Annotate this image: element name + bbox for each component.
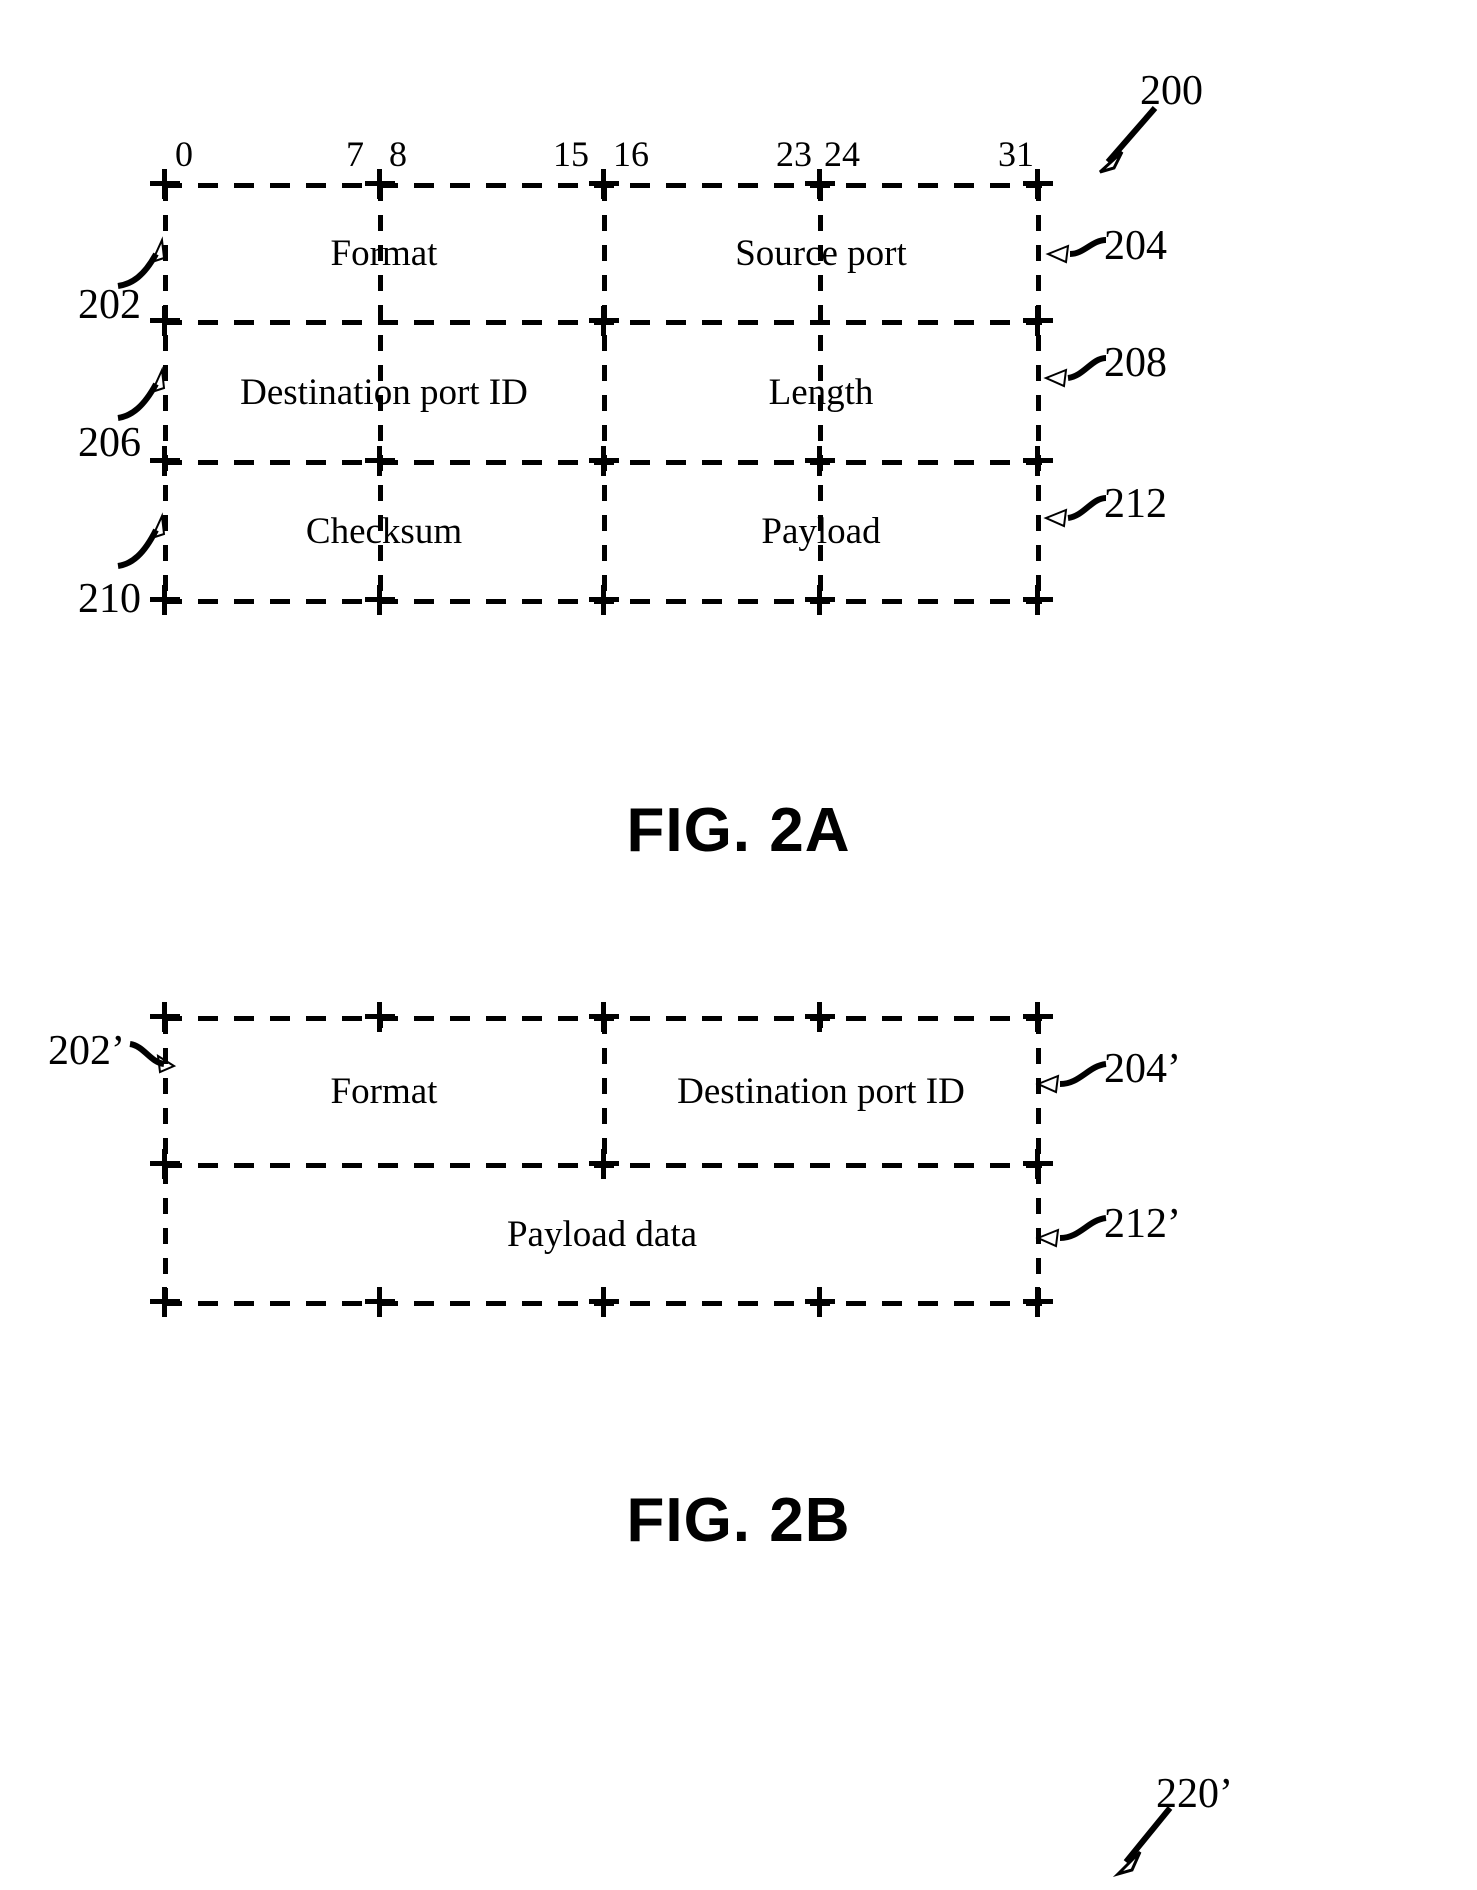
bit-label-0: 0 <box>175 134 193 174</box>
ref-212-prime: 212’ <box>1104 1201 1181 1247</box>
field-length: Length <box>768 371 874 413</box>
leader-line-208 <box>1043 355 1107 388</box>
field-format: Format <box>330 233 438 274</box>
bit-label-7: 7 <box>346 134 364 174</box>
leader-line-220-prime <box>1112 1806 1173 1878</box>
figure-2b: 220’ Format Destination port ID Payload … <box>0 880 1477 1878</box>
ref-208: 208 <box>1104 340 1167 386</box>
field-destination-port-id: Destination port ID <box>240 371 528 413</box>
leader-line-212 <box>1043 495 1107 528</box>
field-destination-port-id: Destination port ID <box>677 1071 965 1112</box>
ref-206: 206 <box>78 420 141 466</box>
ref-202: 202 <box>78 282 141 328</box>
patent-figure-sheet: 0 7 8 15 16 23 24 31 Format Source port … <box>0 0 1477 1878</box>
ref-212: 212 <box>1104 481 1167 527</box>
ref-204-prime: 204’ <box>1104 1046 1181 1092</box>
leader-line-202 <box>117 236 166 289</box>
figure-2a: 0 7 8 15 16 23 24 31 Format Source port … <box>0 0 1477 880</box>
bit-label-24: 24 <box>824 134 860 174</box>
figure-2a-caption: FIG. 2A <box>626 796 851 865</box>
bit-label-16: 16 <box>613 134 649 174</box>
field-checksum: Checksum <box>305 511 463 552</box>
leader-line-204 <box>1045 237 1107 264</box>
leader-line-200 <box>1098 106 1158 174</box>
bit-label-31: 31 <box>998 134 1034 174</box>
leader-line-212-prime <box>1035 1215 1107 1248</box>
figure-2b-caption: FIG. 2B <box>626 1486 851 1555</box>
leader-line-204-prime <box>1035 1061 1107 1094</box>
ref-210: 210 <box>78 576 141 622</box>
field-format: Format <box>330 1071 438 1112</box>
bit-label-8: 8 <box>389 134 407 174</box>
leader-line-202-prime <box>129 1041 177 1074</box>
field-source-port: Source port <box>735 233 907 274</box>
bit-label-23: 23 <box>776 134 812 174</box>
leader-line-206 <box>117 366 166 421</box>
ref-204: 204 <box>1104 223 1167 269</box>
bit-label-15: 15 <box>553 134 589 174</box>
leader-line-210 <box>117 512 166 569</box>
ref-202-prime: 202’ <box>48 1028 125 1074</box>
field-payload-data: Payload data <box>506 1213 698 1255</box>
field-payload: Payload <box>761 511 881 552</box>
